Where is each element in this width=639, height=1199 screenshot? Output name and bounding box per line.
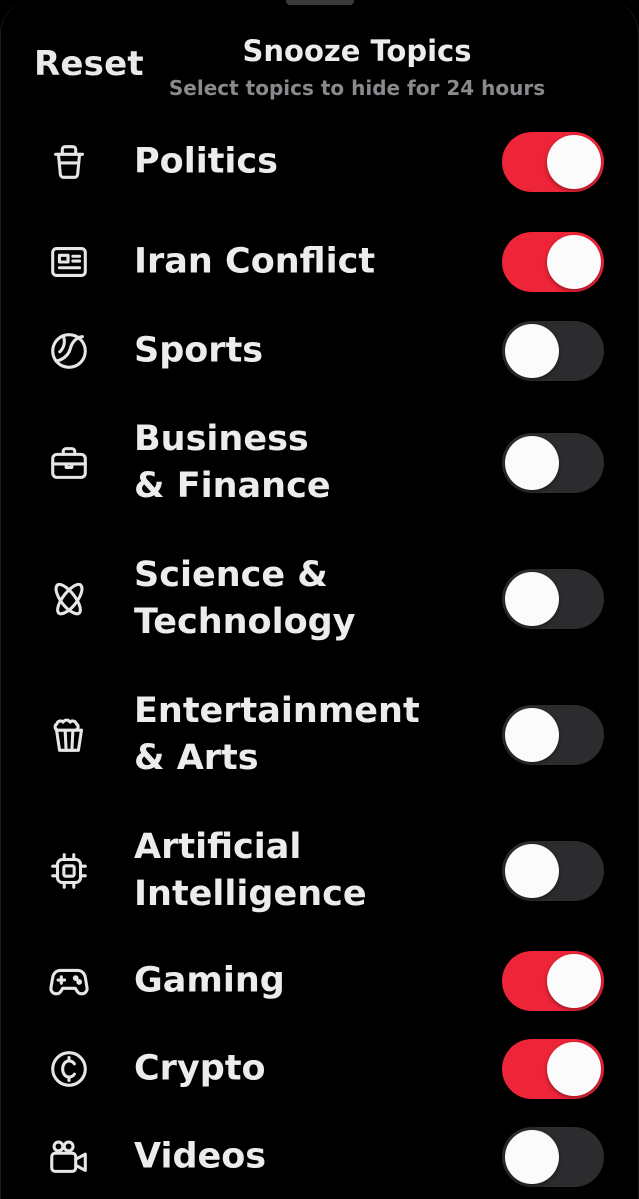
topic-label-line: Videos [134, 1136, 267, 1177]
toggle-knob [505, 572, 559, 626]
toggle-knob [505, 1130, 559, 1184]
toggle-knob [505, 708, 559, 762]
topic-label-line: Technology [134, 602, 356, 642]
topic-label: Business & Finance [134, 416, 474, 510]
topic-list: Politics Iran Conflict Sports Business & Fin… [1, 0, 639, 1199]
topic-toggle[interactable] [502, 232, 604, 292]
topic-label: Iran Conflict [134, 239, 474, 286]
topic-label: Gaming [134, 958, 474, 1005]
topic-label-line: & Arts [134, 738, 259, 778]
toggle-knob [505, 436, 559, 490]
video-camera-icon [46, 1134, 92, 1180]
topic-label: Entertainment & Arts [134, 688, 474, 782]
toggle-knob [547, 1042, 601, 1096]
toggle-knob [505, 324, 559, 378]
popcorn-icon [46, 712, 92, 758]
topic-toggle[interactable] [502, 433, 604, 493]
topic-label: Crypto [134, 1046, 474, 1093]
topic-label-line: Science & [134, 555, 328, 595]
topic-toggle[interactable] [502, 321, 604, 381]
topic-label-line: Iran Conflict [134, 241, 376, 282]
topic-label-line: Politics [134, 141, 278, 182]
gamepad-icon [46, 958, 92, 1004]
atom-icon [46, 576, 92, 622]
topic-label: Artificial Intelligence [134, 824, 474, 918]
ball-icon [46, 328, 92, 374]
topic-toggle[interactable] [502, 1039, 604, 1099]
topic-toggle[interactable] [502, 841, 604, 901]
topic-label-line: Intelligence [134, 874, 367, 914]
topic-toggle[interactable] [502, 569, 604, 629]
topic-toggle[interactable] [502, 132, 604, 192]
topic-toggle[interactable] [502, 1127, 604, 1187]
crypto-coin-icon [46, 1046, 92, 1092]
toggle-knob [547, 235, 601, 289]
topic-label-line: Entertainment [134, 691, 420, 731]
toggle-knob [547, 135, 601, 189]
topic-label-line: Gaming [134, 960, 285, 1001]
topic-label-line: & Finance [134, 466, 331, 506]
chip-icon [46, 848, 92, 894]
topic-label-line: Crypto [134, 1048, 266, 1089]
topic-label: Sports [134, 328, 474, 375]
briefcase-icon [46, 440, 92, 486]
topic-toggle[interactable] [502, 951, 604, 1011]
toggle-knob [547, 954, 601, 1008]
topic-toggle[interactable] [502, 705, 604, 765]
news-icon [46, 239, 92, 285]
topic-label: Videos [134, 1134, 474, 1181]
snooze-topics-sheet: Reset Snooze Topics Select topics to hid… [0, 0, 639, 1199]
topic-label-line: Sports [134, 330, 264, 371]
topic-label-line: Artificial [134, 827, 302, 867]
toggle-knob [505, 844, 559, 898]
topic-label: Science & Technology [134, 552, 474, 646]
topic-label-line: Business [134, 419, 309, 459]
podium-icon [46, 139, 92, 185]
topic-label: Politics [134, 139, 474, 186]
